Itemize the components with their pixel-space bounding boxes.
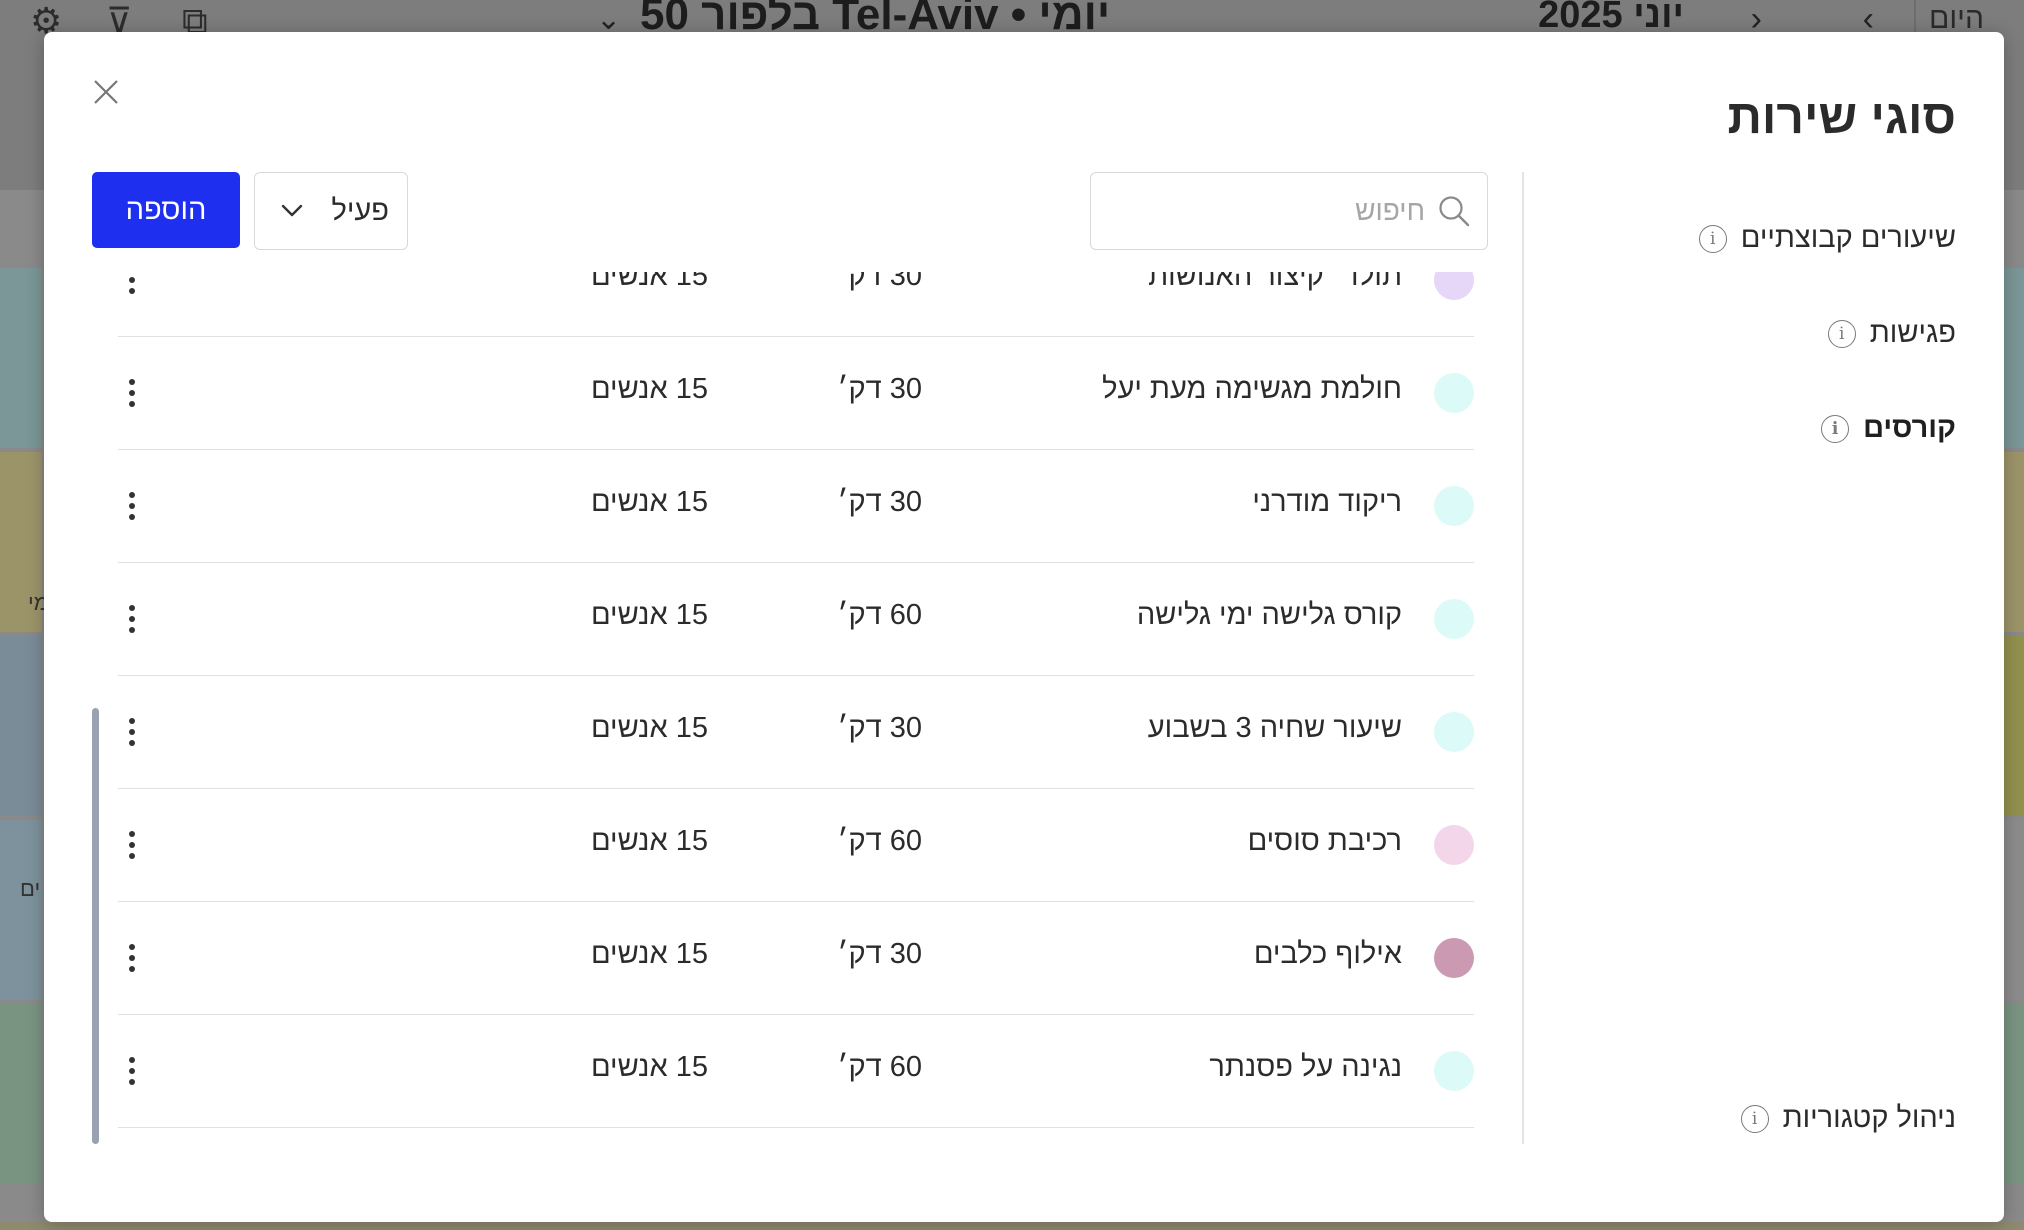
more-options-icon[interactable]	[118, 1045, 146, 1097]
modal-title: סוגי שירות	[1727, 91, 1956, 144]
search-icon	[1439, 196, 1470, 227]
service-capacity: 15 אנשים	[590, 1051, 708, 1083]
event-fragment: ים	[20, 876, 41, 901]
more-options-icon[interactable]	[118, 480, 146, 532]
color-dot	[1434, 599, 1474, 639]
nav-item-group-classes[interactable]: שיעורים קבוצתיים i	[1698, 222, 1956, 255]
service-duration: 30 דק׳	[837, 272, 922, 292]
more-options-icon[interactable]	[118, 819, 146, 871]
service-capacity: 15 אנשים	[590, 486, 708, 518]
service-name: חולמת מגשימה מעת יעל	[1102, 373, 1402, 405]
color-dot	[1434, 938, 1474, 978]
nav-item-label: פגישות	[1869, 317, 1956, 349]
calendar-event-block: ים	[0, 820, 42, 1000]
service-capacity: 15 אנשים	[590, 825, 708, 857]
nav-item-meetings[interactable]: פגישות i	[1827, 317, 1956, 350]
service-capacity: 15 אנשים	[590, 599, 708, 631]
info-icon[interactable]: i	[1827, 319, 1856, 348]
service-types-modal: סוגי שירות שיעורים קבוצתיים i פגישות i ק…	[44, 32, 2004, 1222]
more-options-icon[interactable]	[118, 593, 146, 645]
close-button[interactable]	[86, 72, 126, 112]
list-item[interactable]: ריקוד מודרני 30 דק׳ 15 אנשים	[118, 450, 1474, 563]
service-duration: 60 דק׳	[837, 599, 922, 631]
list-item[interactable]: נגינה על פסנתר 60 דק׳ 15 אנשים	[118, 1015, 1474, 1128]
list-scrollbar[interactable]	[92, 708, 99, 1144]
color-dot	[1434, 373, 1474, 413]
service-duration: 30 דק׳	[837, 373, 922, 405]
calendar-event-block: מי	[0, 452, 49, 632]
add-button[interactable]: הוספה	[92, 172, 240, 248]
service-name: אילוף כלבים	[1253, 938, 1402, 970]
more-options-icon[interactable]	[118, 367, 146, 419]
service-name: קורס גלישה ימי גלישה	[1136, 599, 1402, 631]
info-icon[interactable]: i	[1821, 414, 1850, 443]
nav-divider	[1522, 172, 1524, 1144]
service-list: תולד׳ קיצור האנושות 30 דק׳ 15 אנשים חולמ…	[118, 272, 1474, 1180]
list-item[interactable]: תולד׳ קיצור האנושות 30 דק׳ 15 אנשים	[118, 272, 1474, 337]
close-icon	[94, 80, 118, 104]
service-name: שיעור שחיה 3 בשבוע	[1147, 712, 1402, 744]
status-filter-value: פעיל	[331, 194, 389, 227]
list-item[interactable]: חולמת מגשימה מעת יעל 30 דק׳ 15 אנשים	[118, 337, 1474, 450]
service-capacity: 15 אנשים	[590, 938, 708, 970]
info-icon[interactable]: i	[1740, 1104, 1769, 1133]
nav-item-manage-categories[interactable]: ניהול קטגוריות i	[1740, 1102, 1956, 1135]
today-button[interactable]: היום	[1929, 2, 1984, 36]
search-box[interactable]	[1090, 172, 1488, 250]
service-capacity: 15 אנשים	[590, 272, 708, 292]
color-dot	[1434, 712, 1474, 752]
service-duration: 60 דק׳	[837, 825, 922, 857]
service-capacity: 15 אנשים	[590, 712, 708, 744]
search-input[interactable]	[1123, 194, 1427, 228]
service-capacity: 15 אנשים	[590, 373, 708, 405]
more-options-icon[interactable]	[118, 706, 146, 758]
list-item[interactable]: קורס גלישה ימי גלישה 60 דק׳ 15 אנשים	[118, 563, 1474, 676]
more-options-icon[interactable]	[118, 272, 146, 306]
service-name: תולד׳ קיצור האנושות	[1148, 272, 1402, 292]
service-duration: 60 דק׳	[837, 1051, 922, 1083]
service-duration: 30 דק׳	[837, 938, 922, 970]
nav-item-courses[interactable]: קורסים i	[1821, 412, 1956, 445]
nav-item-label: קורסים	[1863, 412, 1956, 444]
service-name: רכיבת סוסים	[1247, 825, 1402, 857]
service-duration: 30 דק׳	[837, 486, 922, 518]
chevron-down-icon	[281, 204, 303, 217]
color-dot	[1434, 1051, 1474, 1091]
color-dot	[1434, 486, 1474, 526]
calendar-event-block	[0, 1004, 42, 1184]
color-dot	[1434, 272, 1474, 300]
nav-item-label: ניהול קטגוריות	[1782, 1102, 1956, 1134]
calendar-event-block	[0, 636, 42, 816]
list-item[interactable]: אילוף כלבים 30 דק׳ 15 אנשים	[118, 902, 1474, 1015]
info-icon[interactable]: i	[1698, 224, 1727, 253]
nav-item-label: שיעורים קבוצתיים	[1740, 222, 1956, 254]
calendar-event-block	[0, 268, 42, 448]
color-dot	[1434, 825, 1474, 865]
service-duration: 30 דק׳	[837, 712, 922, 744]
calendar-bottom-strip	[0, 1222, 2024, 1230]
list-item[interactable]: שיעור שחיה 3 בשבוע 30 דק׳ 15 אנשים	[118, 676, 1474, 789]
status-filter-select[interactable]: פעיל	[254, 172, 408, 250]
service-name: ריקוד מודרני	[1252, 486, 1402, 518]
more-options-icon[interactable]	[118, 932, 146, 984]
service-name: נגינה על פסנתר	[1209, 1051, 1402, 1083]
list-item[interactable]: רכיבת סוסים 60 דק׳ 15 אנשים	[118, 789, 1474, 902]
